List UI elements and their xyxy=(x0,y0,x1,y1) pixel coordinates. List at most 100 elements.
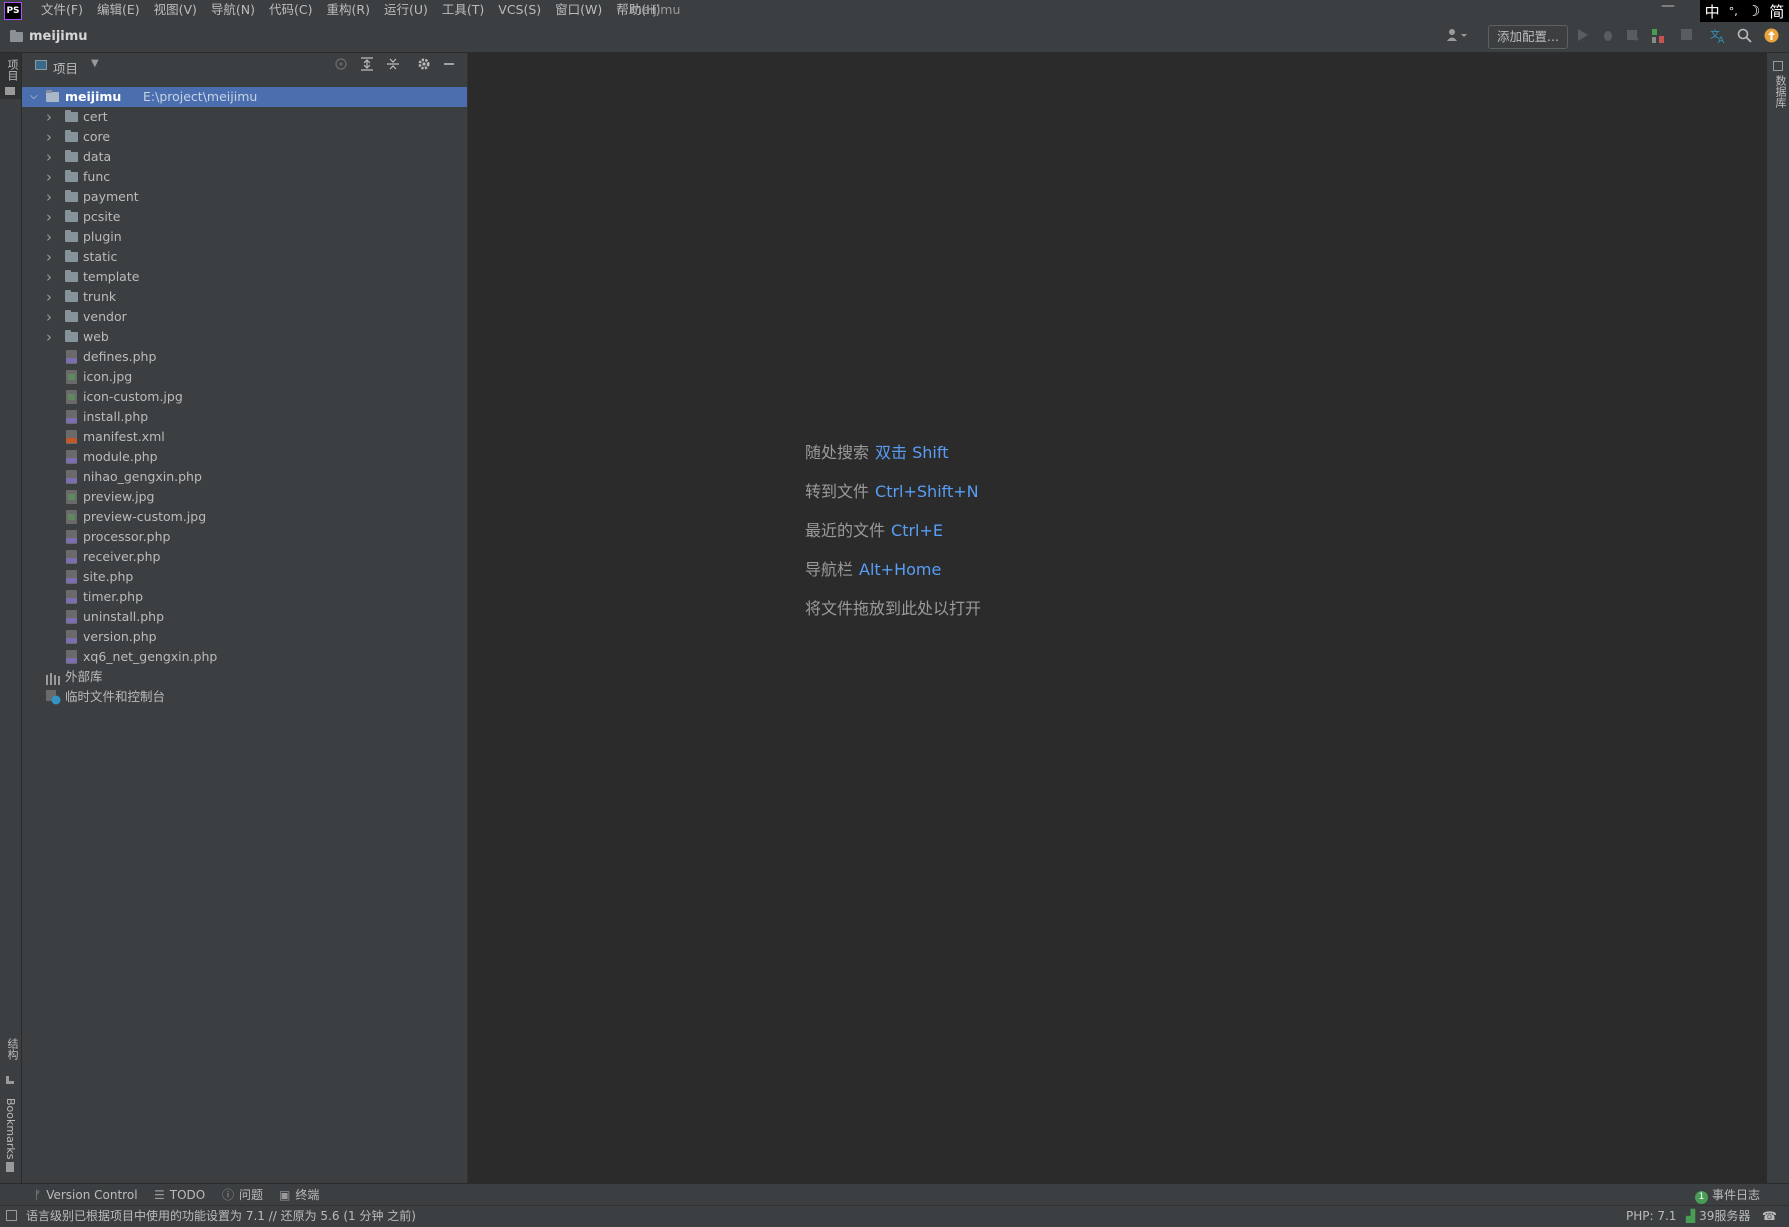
search-icon[interactable] xyxy=(1735,28,1753,46)
ime-toolbar[interactable]: 中 °, ☽ 简 xyxy=(1700,0,1789,22)
breadcrumb-project[interactable]: meijimu xyxy=(29,29,88,44)
tree-file[interactable]: module.php xyxy=(22,447,467,467)
jpg-file-icon xyxy=(66,510,77,524)
tree-file[interactable]: xq6_net_gengxin.php xyxy=(22,647,467,667)
tree-folder[interactable]: › pcsite xyxy=(22,207,467,227)
update-icon[interactable] xyxy=(1762,28,1780,46)
locate-icon[interactable] xyxy=(334,57,349,72)
chevron-right-icon[interactable]: › xyxy=(46,247,52,267)
tree-file[interactable]: manifest.xml xyxy=(22,427,467,447)
event-log-tab[interactable]: 1 事件日志 xyxy=(1695,1184,1760,1206)
chevron-right-icon[interactable]: › xyxy=(46,187,52,207)
minimize-button[interactable]: — xyxy=(1661,0,1675,14)
menu-window[interactable]: 窗口(W) xyxy=(548,0,609,22)
php-language-level[interactable]: PHP: 7.1 xyxy=(1626,1206,1676,1227)
menu-edit[interactable]: 编辑(E) xyxy=(90,0,147,22)
menu-refactor[interactable]: 重构(R) xyxy=(320,0,377,22)
tree-file[interactable]: site.php xyxy=(22,567,467,587)
translate-icon[interactable]: 文A xyxy=(1710,28,1728,46)
chevron-right-icon[interactable]: › xyxy=(46,207,52,227)
tree-file[interactable]: uninstall.php xyxy=(22,607,467,627)
tree-file[interactable]: processor.php xyxy=(22,527,467,547)
project-tool-tab[interactable]: 项目 xyxy=(0,53,21,99)
tree-folder[interactable]: › template xyxy=(22,267,467,287)
chevron-right-icon[interactable]: › xyxy=(46,287,52,307)
deployment-server[interactable]: ▟ 39服务器 xyxy=(1686,1206,1750,1227)
notifications-icon[interactable]: ☎ xyxy=(1762,1206,1777,1227)
tree-folder[interactable]: › static xyxy=(22,247,467,267)
tree-file[interactable]: install.php xyxy=(22,407,467,427)
stop-icon[interactable] xyxy=(1679,28,1693,46)
ime-punct[interactable]: °, xyxy=(1729,5,1738,18)
user-icon[interactable] xyxy=(1444,28,1470,46)
tree-root[interactable]: ⌵ meijimu E:\project\meijimu xyxy=(22,87,467,107)
tree-folder[interactable]: › web xyxy=(22,327,467,347)
toggle-tool-windows-icon[interactable] xyxy=(6,1210,17,1221)
menu-code[interactable]: 代码(C) xyxy=(262,0,319,22)
chevron-right-icon[interactable]: › xyxy=(46,227,52,247)
tree-folder[interactable]: › trunk xyxy=(22,287,467,307)
tree-file[interactable]: defines.php xyxy=(22,347,467,367)
tree-file[interactable]: preview-custom.jpg xyxy=(22,507,467,527)
tree-file[interactable]: receiver.php xyxy=(22,547,467,567)
tree-folder[interactable]: › plugin xyxy=(22,227,467,247)
chevron-right-icon[interactable]: › xyxy=(46,107,52,127)
menu-view[interactable]: 视图(V) xyxy=(147,0,204,22)
external-libraries[interactable]: 外部库 xyxy=(22,667,467,687)
breadcrumb[interactable]: meijimu xyxy=(10,29,88,44)
coverage-icon[interactable] xyxy=(1625,28,1641,46)
tree-folder[interactable]: › payment xyxy=(22,187,467,207)
tree-file[interactable]: icon-custom.jpg xyxy=(22,387,467,407)
run-icon[interactable] xyxy=(1575,28,1591,46)
tree-folder[interactable]: › cert xyxy=(22,107,467,127)
xdebug-listen-icon[interactable] xyxy=(1650,28,1666,46)
bookmarks-tool-tab[interactable]: Bookmarks xyxy=(0,1096,21,1176)
tree-file[interactable]: timer.php xyxy=(22,587,467,607)
chevron-right-icon[interactable]: › xyxy=(46,267,52,287)
left-tool-strip: 项目 结构 Bookmarks xyxy=(0,53,22,1183)
php-file-icon xyxy=(66,550,77,564)
chevron-right-icon[interactable]: › xyxy=(46,167,52,187)
gear-icon[interactable] xyxy=(417,57,432,72)
collapse-all-icon[interactable] xyxy=(386,57,401,72)
status-message[interactable]: 语言级别已根据项目中使用的功能设置为 7.1 // 还原为 5.6 (1 分钟 … xyxy=(26,1206,416,1227)
tree-folder[interactable]: › core xyxy=(22,127,467,147)
chevron-down-icon[interactable]: ⌵ xyxy=(30,87,38,107)
tree-file[interactable]: preview.jpg xyxy=(22,487,467,507)
tree-file[interactable]: version.php xyxy=(22,627,467,647)
menu-file[interactable]: 文件(F) xyxy=(34,0,90,22)
chevron-right-icon[interactable]: › xyxy=(46,147,52,167)
hide-panel-icon[interactable] xyxy=(442,57,457,72)
menu-run[interactable]: 运行(U) xyxy=(377,0,435,22)
chevron-right-icon[interactable]: › xyxy=(46,307,52,327)
tree-folder[interactable]: › data xyxy=(22,147,467,167)
tree-file[interactable]: icon.jpg xyxy=(22,367,467,387)
ime-simplified[interactable]: 简 xyxy=(1769,1,1784,22)
project-view-title[interactable]: 项目 xyxy=(53,58,78,77)
tree-file[interactable]: nihao_gengxin.php xyxy=(22,467,467,487)
ime-mode[interactable]: 中 xyxy=(1705,1,1720,22)
chevron-down-icon[interactable]: ▼ xyxy=(91,58,99,69)
chevron-right-icon[interactable]: › xyxy=(46,127,52,147)
add-configuration-button[interactable]: 添加配置... xyxy=(1488,25,1568,49)
folder-icon xyxy=(65,110,78,122)
tree-folder[interactable]: › vendor xyxy=(22,307,467,327)
terminal-tab[interactable]: ▣ 终端 xyxy=(279,1184,319,1206)
debug-icon[interactable] xyxy=(1600,28,1616,46)
tree-folder[interactable]: › func xyxy=(22,167,467,187)
database-tool-tab[interactable]: 数据库 xyxy=(1767,53,1789,113)
scratches-and-consoles[interactable]: 临时文件和控制台 xyxy=(22,687,467,707)
version-control-tab[interactable]: ᚠ Version Control xyxy=(34,1184,138,1206)
todo-tab[interactable]: ☰ TODO xyxy=(154,1184,205,1206)
chevron-right-icon[interactable]: › xyxy=(46,327,52,347)
ime-moon-icon[interactable]: ☽ xyxy=(1747,2,1760,20)
version-control-label: Version Control xyxy=(46,1188,138,1202)
menu-navigate[interactable]: 导航(N) xyxy=(204,0,262,22)
editor-area[interactable]: 随处搜索 双击 Shift 转到文件 Ctrl+Shift+N 最近的文件 Ctrl+… xyxy=(468,53,1765,1183)
menu-tools[interactable]: 工具(T) xyxy=(435,0,491,22)
problems-tab[interactable]: ⓘ 问题 xyxy=(222,1184,263,1206)
folder-name: static xyxy=(83,249,118,264)
structure-tool-tab[interactable]: 结构 xyxy=(0,1036,21,1092)
expand-all-icon[interactable] xyxy=(360,57,375,72)
menu-vcs[interactable]: VCS(S) xyxy=(491,0,548,22)
